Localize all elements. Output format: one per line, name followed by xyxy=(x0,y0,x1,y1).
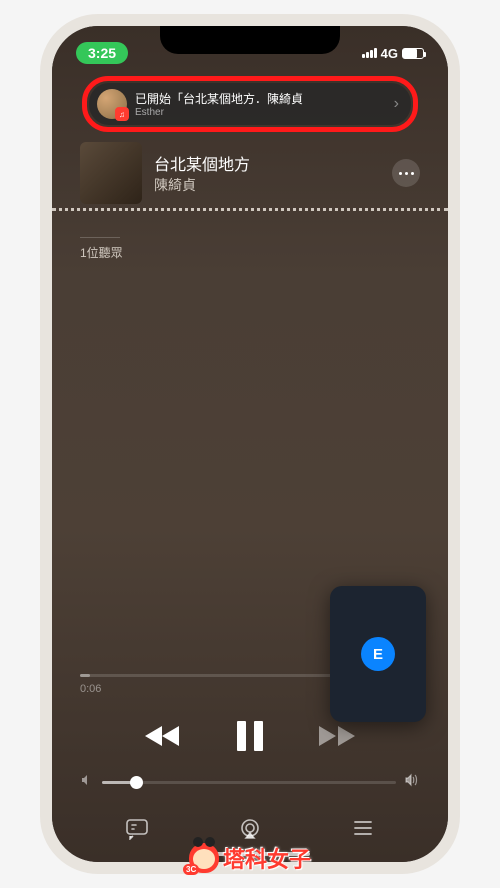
notification-text: 已開始「台北某個地方．陳綺貞 Esther xyxy=(135,90,382,118)
pause-button[interactable] xyxy=(237,721,263,751)
status-time[interactable]: 3:25 xyxy=(76,42,128,64)
pip-avatar: E xyxy=(361,637,395,671)
volume-slider[interactable] xyxy=(52,773,448,810)
listeners-count: 1位聽眾 xyxy=(80,246,123,260)
now-playing-header: 台北某個地方 陳綺貞 xyxy=(52,132,448,208)
watermark: 3C 塔科女子 xyxy=(189,842,311,874)
phone-frame: 3:25 4G ♫ 已開始「台北某個地方．陳綺貞 Esther › xyxy=(40,14,460,874)
avatar: ♫ xyxy=(97,89,127,119)
listeners-section: 1位聽眾 xyxy=(52,208,448,261)
status-right: 4G xyxy=(362,46,424,61)
airplay-button[interactable] xyxy=(238,818,262,840)
notch xyxy=(160,26,340,54)
network-label: 4G xyxy=(381,46,398,61)
volume-high-icon xyxy=(404,773,420,792)
watermark-logo-icon: 3C xyxy=(189,843,219,873)
signal-icon xyxy=(362,48,377,58)
queue-button[interactable] xyxy=(351,818,375,840)
notification-subtitle: Esther xyxy=(135,107,382,118)
music-badge-icon: ♫ xyxy=(115,107,129,121)
chevron-right-icon: › xyxy=(390,95,403,113)
previous-button[interactable] xyxy=(145,724,181,748)
watermark-text: 塔科女子 xyxy=(223,842,311,874)
track-title: 台北某個地方 xyxy=(154,151,380,175)
shareplay-notification[interactable]: ♫ 已開始「台北某個地方．陳綺貞 Esther › xyxy=(89,83,411,125)
battery-icon xyxy=(402,48,424,59)
album-art[interactable] xyxy=(80,142,142,204)
notification-title: 已開始「台北某個地方．陳綺貞 xyxy=(135,90,382,107)
volume-low-icon xyxy=(80,773,94,792)
more-button[interactable] xyxy=(392,159,420,187)
facetime-pip[interactable]: E xyxy=(330,586,426,722)
time-elapsed: 0:06 xyxy=(80,683,101,695)
next-button[interactable] xyxy=(319,724,355,748)
notification-highlight: ♫ 已開始「台北某個地方．陳綺貞 Esther › xyxy=(82,76,418,132)
track-info: 台北某個地方 陳綺貞 xyxy=(154,151,380,195)
screen: 3:25 4G ♫ 已開始「台北某個地方．陳綺貞 Esther › xyxy=(52,26,448,862)
track-artist: 陳綺貞 xyxy=(154,175,380,195)
lyrics-button[interactable] xyxy=(125,818,149,840)
